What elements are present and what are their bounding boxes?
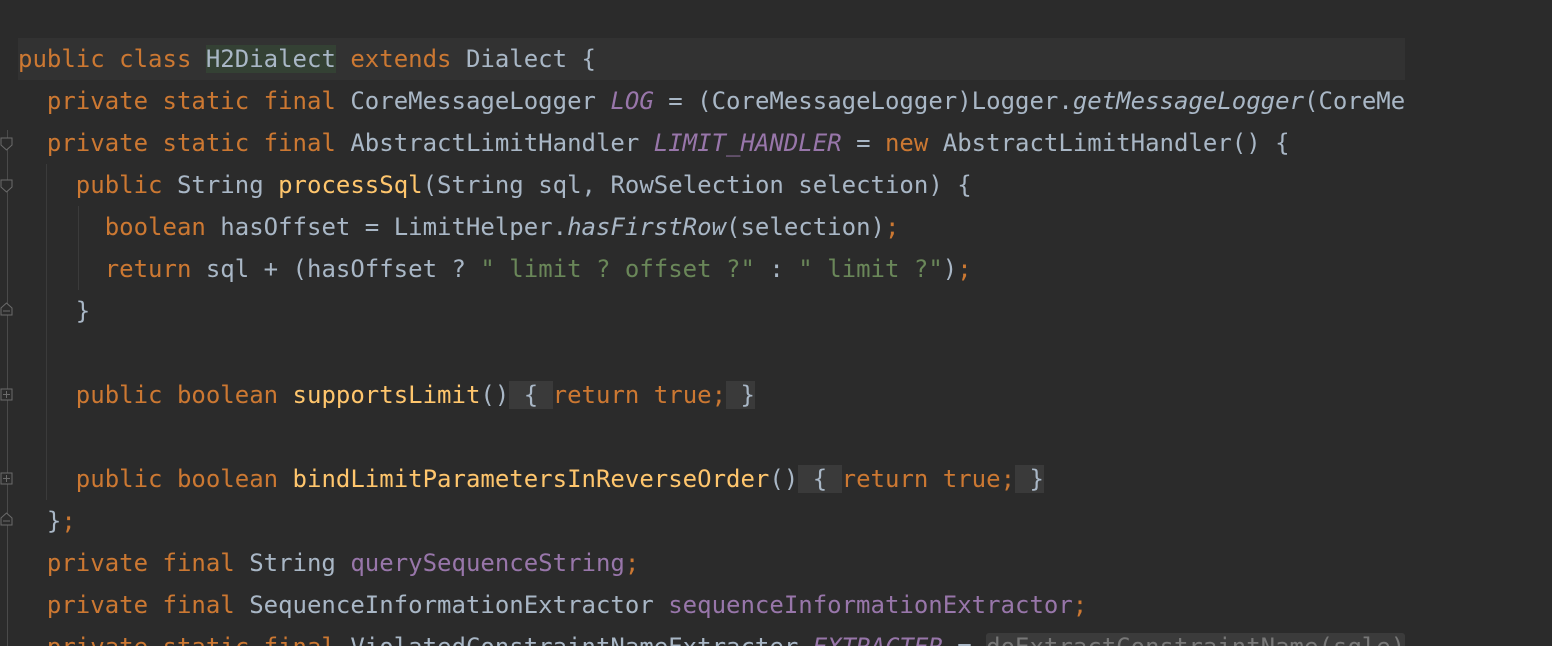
folded-region-start[interactable]: {: [798, 465, 842, 493]
code-token: " limit ?": [798, 255, 943, 283]
code-token: ;: [957, 255, 972, 283]
code-line[interactable]: [18, 416, 1405, 458]
code-token: AbstractLimitHandler: [350, 129, 654, 157]
code-line[interactable]: [18, 332, 1405, 374]
code-token: String: [176, 171, 279, 199]
code-token: CoreMessageLogger: [350, 87, 611, 115]
code-token: hasOffset = LimitHelper.: [220, 213, 568, 241]
code-line[interactable]: private static final CoreMessageLogger L…: [18, 80, 1405, 122]
code-token: (CoreMe: [1304, 87, 1406, 115]
code-token: String: [249, 549, 351, 577]
editor-gutter: [0, 0, 17, 646]
code-token: }: [18, 507, 62, 535]
code-token: }: [18, 297, 91, 325]
inlay-hint[interactable]: doExtractConstraintName(sqle): [986, 633, 1406, 646]
code-line[interactable]: return sql + (hasOffset ? " limit ? offs…: [18, 248, 1405, 290]
code-token: ViolatedConstraintNameExtracter: [350, 633, 812, 646]
code-token: public boolean: [18, 465, 293, 493]
code-token: return: [18, 255, 206, 283]
code-token: Dialect {: [465, 45, 596, 73]
code-line[interactable]: private final String querySequenceString…: [18, 542, 1405, 584]
code-token: = (CoreMessageLogger)Logger.: [653, 87, 1073, 115]
code-line[interactable]: public String processSql(String sql, Row…: [18, 164, 1405, 206]
code-token: " limit ? offset ?": [480, 255, 755, 283]
code-editor[interactable]: public class H2Dialect extends Dialect {…: [0, 0, 1552, 646]
code-token: public boolean: [18, 381, 293, 409]
folded-region-end[interactable]: }: [1015, 465, 1044, 493]
code-token: private static final: [18, 129, 351, 157]
code-token: (selection): [726, 213, 885, 241]
code-token: public class: [18, 45, 206, 73]
code-line[interactable]: };: [18, 500, 1405, 542]
code-token: querySequenceString: [350, 549, 625, 577]
code-token: return true;: [841, 465, 1016, 493]
code-token: private static final: [18, 633, 350, 646]
fold-end-icon[interactable]: [0, 302, 13, 316]
code-token: ;: [61, 507, 76, 535]
code-token: (String sql, RowSelection selection) {: [422, 171, 972, 199]
code-token: =: [943, 633, 986, 646]
code-token: ): [942, 255, 958, 283]
code-line[interactable]: public boolean supportsLimit() { return …: [18, 374, 1405, 416]
code-token: (): [480, 381, 510, 409]
code-token: LOG: [610, 87, 654, 115]
code-token: ;: [884, 213, 900, 241]
code-line[interactable]: boolean hasOffset = LimitHelper.hasFirst…: [18, 206, 1405, 248]
code-line[interactable]: public class H2Dialect extends Dialect {: [18, 38, 1406, 80]
code-token: hasFirstRow: [567, 213, 727, 241]
code-line[interactable]: private static final AbstractLimitHandle…: [18, 122, 1405, 164]
code-token: ;: [624, 549, 640, 577]
code-token: AbstractLimitHandler() {: [942, 129, 1290, 157]
fold-expand-icon[interactable]: [0, 388, 13, 402]
code-area[interactable]: public class H2Dialect extends Dialect {…: [18, 38, 1406, 646]
code-token: new: [884, 129, 943, 157]
folded-region-end[interactable]: }: [726, 381, 755, 409]
code-token: EXTRACTER: [813, 633, 943, 646]
code-token: (): [769, 465, 799, 493]
code-token: ;: [1072, 591, 1088, 619]
code-line[interactable]: private static final ViolatedConstraintN…: [18, 626, 1406, 646]
code-token: boolean: [18, 213, 221, 241]
code-token: :: [754, 255, 799, 283]
class-name-highlight: H2Dialect: [205, 45, 336, 73]
code-token: sql + (hasOffset ?: [205, 255, 481, 283]
code-line[interactable]: }: [18, 290, 1405, 332]
code-token: bindLimitParametersInReverseOrder: [292, 465, 770, 493]
code-token: supportsLimit: [292, 381, 481, 409]
fold-start-icon[interactable]: [0, 137, 13, 151]
code-token: private final: [18, 591, 250, 619]
fold-expand-icon[interactable]: [0, 472, 13, 486]
code-token: public: [18, 171, 177, 199]
code-token: getMessageLogger: [1072, 87, 1305, 115]
code-token: return true;: [552, 381, 727, 409]
folded-region-start[interactable]: {: [509, 381, 553, 409]
code-token: extends: [335, 45, 466, 73]
code-token: SequenceInformationExtractor: [249, 591, 669, 619]
code-line[interactable]: private final SequenceInformationExtract…: [18, 584, 1405, 626]
code-token: =: [841, 129, 885, 157]
code-line[interactable]: public boolean bindLimitParametersInReve…: [18, 458, 1405, 500]
fold-start-icon[interactable]: [0, 179, 13, 193]
code-token: private static final: [18, 87, 351, 115]
code-token: LIMIT_HANDLER: [653, 129, 842, 157]
code-token: processSql: [278, 171, 423, 199]
fold-end-icon[interactable]: [0, 512, 13, 526]
code-token: private final: [18, 549, 250, 577]
code-token: sequenceInformationExtractor: [668, 591, 1073, 619]
